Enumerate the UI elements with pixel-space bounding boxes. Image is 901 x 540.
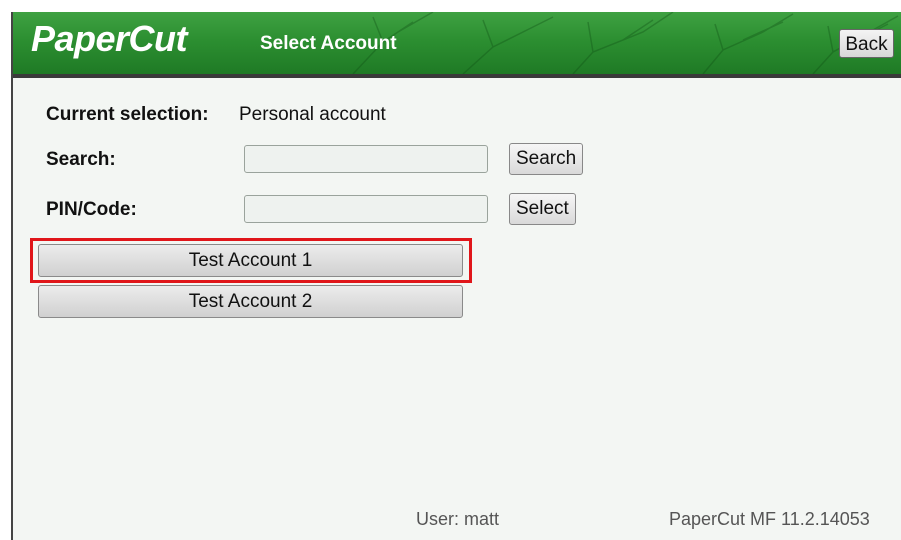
current-selection-value: Personal account bbox=[239, 104, 386, 125]
cropped-caption bbox=[0, 0, 901, 12]
current-selection-label: Current selection: bbox=[46, 104, 209, 125]
footer-user: User: matt bbox=[416, 509, 500, 529]
search-label: Search: bbox=[46, 149, 116, 170]
header-bar: PaperCut Select Account Back bbox=[13, 12, 901, 78]
account-button-test-account-2[interactable]: Test Account 2 bbox=[38, 285, 463, 318]
account-button-test-account-1[interactable]: Test Account 1 bbox=[38, 244, 463, 277]
pin-code-input[interactable] bbox=[244, 195, 488, 223]
tree-branches-texture bbox=[352, 12, 899, 74]
search-input[interactable] bbox=[244, 145, 488, 173]
select-button[interactable]: Select bbox=[509, 193, 576, 225]
footer-version: PaperCut MF 11.2.14053 bbox=[669, 509, 870, 529]
search-button[interactable]: Search bbox=[509, 143, 584, 175]
page-title: Select Account bbox=[260, 33, 397, 54]
papercut-logo: PaperCut bbox=[31, 18, 188, 59]
pin-code-label: PIN/Code: bbox=[46, 199, 137, 220]
back-button[interactable]: Back bbox=[839, 29, 894, 58]
papercut-panel: PaperCut Select Account Back Current sel… bbox=[11, 12, 901, 540]
